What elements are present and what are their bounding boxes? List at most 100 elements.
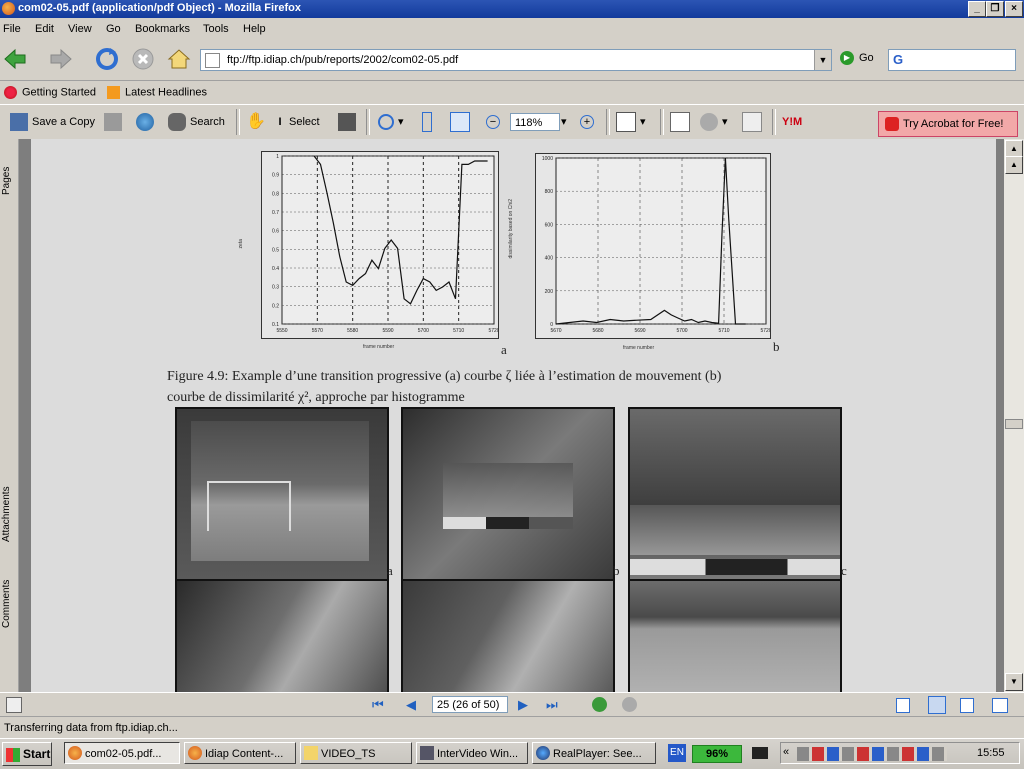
save-copy-button[interactable]: Save a Copy bbox=[10, 111, 95, 133]
page-up-icon[interactable]: ▲ bbox=[1005, 156, 1023, 174]
sign-button[interactable]: ▾ bbox=[700, 111, 728, 133]
plot-a-xlabel: frame number bbox=[363, 344, 395, 350]
go-button[interactable]: ▶ Go bbox=[840, 51, 874, 65]
magnifier-icon bbox=[378, 114, 394, 131]
page-number-field[interactable]: 25 (26 of 50) bbox=[432, 696, 508, 713]
fit-width-button[interactable] bbox=[450, 111, 474, 133]
continuous-facing-icon[interactable] bbox=[992, 698, 1008, 713]
print-button[interactable] bbox=[104, 111, 126, 133]
panel-toggle-icon[interactable] bbox=[6, 697, 22, 713]
zoom-in-tool[interactable]: ▾ bbox=[378, 111, 404, 133]
scroll-thumb[interactable] bbox=[1005, 419, 1023, 429]
close-button[interactable]: × bbox=[1005, 1, 1023, 17]
task-label: VIDEO_TS bbox=[321, 748, 376, 760]
scroll-down-icon[interactable]: ▼ bbox=[1005, 673, 1023, 691]
actual-size-button[interactable] bbox=[422, 111, 436, 133]
bookmarks-toolbar: Getting Started Latest Headlines bbox=[0, 81, 1024, 103]
hand-tool-button[interactable]: ✋ bbox=[246, 111, 268, 133]
plus-icon: + bbox=[580, 115, 594, 130]
previous-page-icon[interactable]: ◀ bbox=[406, 697, 416, 713]
plot-b-label: b bbox=[773, 339, 780, 354]
maximize-button[interactable]: ❒ bbox=[986, 1, 1004, 17]
power-plug-icon[interactable] bbox=[752, 747, 768, 759]
task-video-ts[interactable]: VIDEO_TS bbox=[300, 742, 412, 764]
pages-tab[interactable]: Pages bbox=[1, 151, 17, 211]
system-tray: « 15:55 bbox=[780, 742, 1020, 764]
menu-file[interactable]: File bbox=[3, 23, 21, 35]
url-bar[interactable]: ftp://ftp.idiap.ch/pub/reports/2002/com0… bbox=[200, 49, 832, 71]
stop-icon[interactable] bbox=[130, 46, 156, 72]
url-text: ftp://ftp.idiap.ch/pub/reports/2002/com0… bbox=[227, 54, 459, 66]
attachments-tab[interactable]: Attachments bbox=[1, 469, 17, 559]
acrobat-icon bbox=[885, 117, 899, 132]
video-frame-c bbox=[628, 407, 842, 581]
snapshot-button[interactable] bbox=[338, 111, 360, 133]
menu-edit[interactable]: Edit bbox=[35, 23, 54, 35]
first-page-icon[interactable]: ⏮ bbox=[372, 697, 384, 713]
firefox-icon bbox=[2, 2, 15, 15]
minimize-button[interactable]: _ bbox=[968, 1, 986, 17]
plot-b-ylabel: dissimilarity based on Chi2 bbox=[508, 199, 514, 259]
zoom-dropdown[interactable]: ▾ bbox=[561, 111, 567, 133]
task-realplayer[interactable]: RealPlayer: See... bbox=[532, 742, 656, 764]
zoom-out-button[interactable]: − bbox=[486, 111, 504, 133]
x-tick-label: 5690 bbox=[634, 328, 645, 334]
language-indicator[interactable]: EN bbox=[668, 744, 686, 762]
menu-help[interactable]: Help bbox=[243, 23, 266, 35]
menu-bookmarks[interactable]: Bookmarks bbox=[135, 23, 190, 35]
menu-view[interactable]: View bbox=[68, 23, 92, 35]
task-intervideo[interactable]: InterVideo Win... bbox=[416, 742, 528, 764]
back-icon[interactable] bbox=[2, 46, 28, 72]
spellcheck-button[interactable] bbox=[670, 111, 694, 133]
menu-go[interactable]: Go bbox=[106, 23, 121, 35]
url-dropdown-icon[interactable]: ▼ bbox=[814, 50, 831, 70]
y-tick-label: 1000 bbox=[542, 156, 553, 162]
bookmark-getting-started[interactable]: Getting Started bbox=[4, 86, 96, 99]
continuous-page-icon[interactable] bbox=[928, 696, 946, 714]
email-button[interactable] bbox=[136, 111, 158, 133]
start-button[interactable]: Start bbox=[2, 742, 52, 766]
text-cursor-icon: I bbox=[278, 116, 282, 129]
go-forward-view-icon[interactable] bbox=[622, 697, 637, 712]
document-viewport[interactable]: 1 0.9 0.8 0.7 0.6 0.5 0.4 0.3 0.2 0.1 5550 5570 5580… bbox=[19, 139, 1004, 692]
zoom-in-button[interactable]: + bbox=[580, 111, 598, 133]
battery-indicator[interactable]: 96% bbox=[692, 745, 742, 763]
y-tick-label: 800 bbox=[545, 189, 554, 195]
go-back-view-icon[interactable] bbox=[592, 697, 607, 712]
bookmark-latest-headlines[interactable]: Latest Headlines bbox=[107, 86, 207, 99]
search-button[interactable]: Search bbox=[168, 111, 225, 133]
clock: 15:55 bbox=[977, 747, 1005, 759]
try-acrobat-button[interactable]: Try Acrobat for Free! bbox=[878, 111, 1018, 137]
next-page-icon[interactable]: ▶ bbox=[518, 697, 528, 713]
comments-tab[interactable]: Comments bbox=[1, 569, 17, 639]
forward-icon[interactable] bbox=[48, 46, 74, 72]
page-layout-button[interactable]: ▾ bbox=[616, 111, 646, 133]
search-box[interactable]: G bbox=[888, 49, 1016, 71]
tray-expand-icon[interactable]: « bbox=[783, 746, 789, 758]
facing-page-icon[interactable] bbox=[960, 698, 974, 713]
copy-button[interactable] bbox=[742, 111, 766, 133]
video-frame-d bbox=[175, 579, 389, 692]
task-firefox[interactable]: com02-05.pdf... bbox=[64, 742, 180, 764]
y-tick-label: 0.2 bbox=[272, 303, 279, 309]
pdf-page: 1 0.9 0.8 0.7 0.6 0.5 0.4 0.3 0.2 0.1 5550 5570 5580… bbox=[31, 139, 996, 692]
go-label: Go bbox=[859, 51, 874, 64]
plot-a-label: a bbox=[501, 342, 507, 357]
figure-caption-line2: courbe de dissimilarité χ², approche par… bbox=[167, 390, 465, 405]
yahoo-button[interactable]: Y!M bbox=[782, 111, 802, 133]
home-icon[interactable] bbox=[166, 46, 192, 72]
tray-icons[interactable] bbox=[797, 747, 947, 761]
plot-b-xlabel: frame number bbox=[623, 345, 655, 351]
last-page-icon[interactable]: ⏭ bbox=[546, 697, 558, 713]
task-idiap[interactable]: Idiap Content-... bbox=[184, 742, 296, 764]
x-tick-label: 5670 bbox=[550, 328, 561, 334]
task-label: InterVideo Win... bbox=[437, 748, 519, 760]
select-tool-button[interactable]: I Select bbox=[275, 111, 319, 133]
single-page-icon[interactable] bbox=[896, 698, 910, 713]
reload-icon[interactable] bbox=[94, 46, 120, 72]
vertical-scrollbar[interactable]: ▲ ▲ ▼ bbox=[1004, 139, 1024, 692]
zoom-field[interactable]: 118% bbox=[510, 113, 560, 131]
menu-tools[interactable]: Tools bbox=[203, 23, 229, 35]
firefox-icon bbox=[4, 86, 17, 99]
page-icon bbox=[205, 53, 220, 68]
